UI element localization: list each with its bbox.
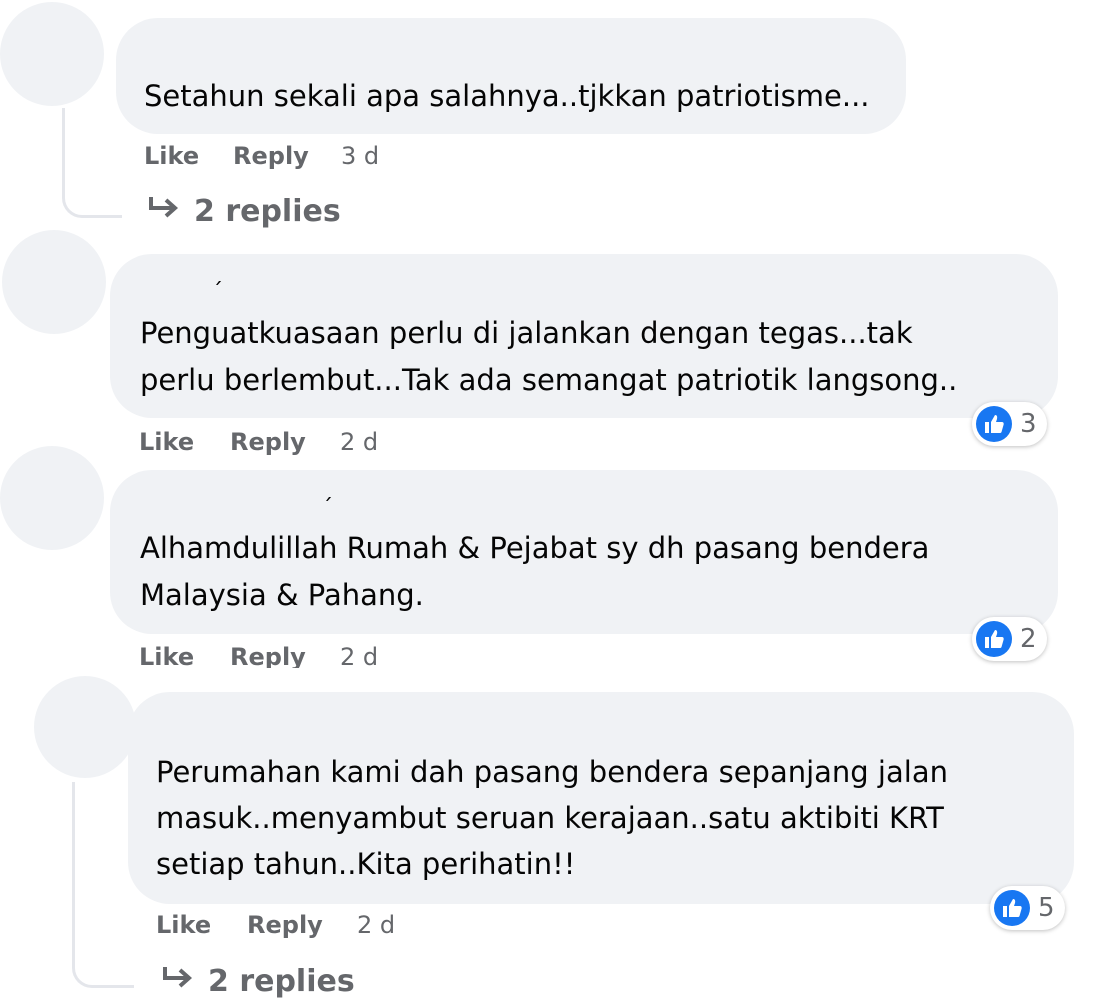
thread-connector xyxy=(62,108,122,218)
comment-text-line-1: Alhamdulillah Rumah & Pejabat sy dh pasa… xyxy=(140,531,930,565)
comment-actions-reply: Reply xyxy=(230,643,306,668)
comment-text-line-2: Malaysia & Pahang. xyxy=(140,578,424,612)
avatar[interactable] xyxy=(2,230,106,334)
thumbs-up-icon xyxy=(976,406,1012,442)
avatar[interactable] xyxy=(34,676,136,778)
reply-arrow-icon xyxy=(146,194,180,229)
reply-button[interactable]: Reply xyxy=(247,911,323,939)
timestamp[interactable]: 2 d xyxy=(340,428,378,456)
reply-arrow-icon xyxy=(160,964,194,999)
reaction-count-value: 5 xyxy=(1038,893,1055,923)
name-fragment: ´ xyxy=(322,496,333,521)
comment-text-line-1: Penguatkuasaan perlu di jalankan dengan … xyxy=(140,316,913,350)
reaction-count-value: 3 xyxy=(1020,409,1037,439)
comment-actions: Like xyxy=(156,911,211,939)
avatar[interactable] xyxy=(0,2,104,106)
comment-actions-reply: Reply xyxy=(247,911,323,939)
comment-text-line-1: Perumahan kami dah pasang bendera sepanj… xyxy=(156,755,948,789)
view-replies-link[interactable]: 2 replies xyxy=(160,964,355,999)
timestamp[interactable]: 3 d xyxy=(341,142,379,170)
like-button[interactable]: Like xyxy=(144,142,199,170)
replies-count-label: 2 replies xyxy=(194,194,341,229)
comment-text-line-2: masuk..menyambut seruan kerajaan..satu a… xyxy=(156,801,944,835)
replies-count-label: 2 replies xyxy=(208,964,355,999)
comment-actions-reply: Reply xyxy=(230,428,306,456)
like-button[interactable]: Like xyxy=(139,428,194,456)
reaction-count-value: 2 xyxy=(1020,624,1037,654)
comment-text: Setahun sekali apa salahnya..tjkkan patr… xyxy=(144,79,870,113)
comment-actions: Like xyxy=(139,643,194,668)
timestamp[interactable]: 2 d xyxy=(357,911,395,939)
avatar[interactable] xyxy=(0,446,104,550)
comment-actions: Like xyxy=(139,428,194,456)
reaction-count[interactable]: 5 xyxy=(990,886,1065,930)
reaction-count[interactable]: 3 xyxy=(972,402,1047,446)
timestamp[interactable]: 2 d xyxy=(340,643,378,668)
reply-button[interactable]: Reply xyxy=(230,643,306,668)
view-replies-link[interactable]: 2 replies xyxy=(146,194,341,229)
reply-button[interactable]: Reply xyxy=(233,142,309,170)
actions-clip: Like Reply 2 d xyxy=(130,640,430,668)
name-fragment: ´ xyxy=(212,280,223,305)
thumbs-up-icon xyxy=(994,890,1030,926)
comment-actions: Like xyxy=(144,142,199,170)
thumbs-up-icon xyxy=(976,621,1012,657)
comment-text-line-2: perlu berlembut...Tak ada semangat patri… xyxy=(140,363,958,397)
comment-actions-reply: Reply xyxy=(233,142,309,170)
like-button[interactable]: Like xyxy=(156,911,211,939)
like-button[interactable]: Like xyxy=(139,643,194,668)
comment-text-line-3: setiap tahun..Kita perihatin!! xyxy=(156,847,576,881)
reaction-count[interactable]: 2 xyxy=(972,617,1047,661)
thread-connector xyxy=(72,782,134,988)
reply-button[interactable]: Reply xyxy=(230,428,306,456)
